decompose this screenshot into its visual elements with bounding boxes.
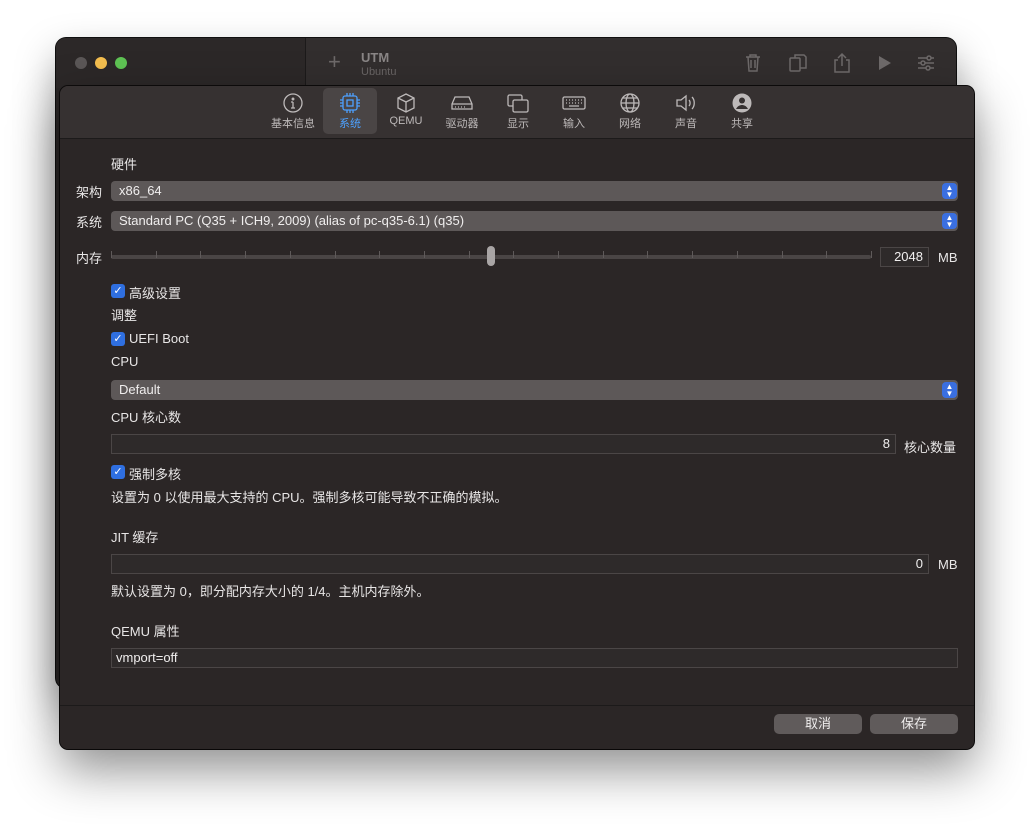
- share-icon[interactable]: [831, 52, 853, 74]
- chevron-updown-icon: ▲ ▼: [942, 382, 957, 398]
- system-value: Standard PC (Q35 + ICH9, 2009) (alias of…: [119, 213, 465, 228]
- slider-tick: [469, 251, 470, 258]
- tab-label: 系统: [339, 118, 361, 130]
- vm-settings-sheet: 基本信息 系统 QEMU 驱动器 显示 输入 网络 声音 共享 硬件 架构 x8…: [60, 86, 974, 749]
- force-multicore-label: 强制多核: [129, 467, 182, 482]
- cpu-cores-label: CPU 核心数: [111, 410, 182, 425]
- drive-icon: [451, 96, 473, 110]
- tab-basic-info[interactable]: 基本信息: [266, 88, 320, 134]
- tab-label: 基本信息: [271, 118, 315, 130]
- slider-tick: [782, 251, 783, 258]
- architecture-select[interactable]: x86_64 ▲ ▼: [111, 181, 958, 201]
- minimize-window-button[interactable]: [95, 57, 107, 69]
- slider-tick: [871, 251, 872, 258]
- slider-tick: [692, 251, 693, 258]
- slider-tick: [156, 251, 157, 258]
- tab-label: 显示: [507, 118, 529, 130]
- person-icon: [732, 93, 752, 113]
- settings-content: 硬件 架构 x86_64 ▲ ▼ 系统 Standard PC (Q35 + IC…: [60, 140, 974, 705]
- cpu-select[interactable]: Default ▲ ▼: [111, 380, 958, 400]
- cube-icon: [397, 93, 415, 113]
- architecture-label: 架构: [75, 185, 102, 200]
- slider-tick: [424, 251, 425, 258]
- slider-tick: [290, 251, 291, 258]
- chevron-updown-icon: ▲ ▼: [942, 183, 957, 199]
- tab-qemu[interactable]: QEMU: [379, 88, 433, 134]
- jit-cache-label: JIT 缓存: [111, 530, 159, 545]
- globe-icon: [620, 93, 640, 113]
- tuning-heading: 调整: [111, 308, 138, 323]
- jit-cache-unit: MB: [938, 557, 958, 572]
- qemu-properties-input[interactable]: vmport=off: [111, 648, 958, 668]
- settings-sliders-icon[interactable]: [915, 52, 937, 74]
- memory-label: 内存: [75, 251, 102, 266]
- window-title: UTM: [361, 50, 390, 65]
- save-button[interactable]: 保存: [870, 714, 958, 734]
- sidebar-header: [56, 38, 306, 88]
- advanced-settings-label: 高级设置: [129, 286, 182, 301]
- speaker-icon: [676, 94, 695, 112]
- trash-icon[interactable]: [742, 52, 764, 74]
- cpu-cores-input[interactable]: 8: [111, 434, 896, 454]
- slider-tick: [111, 251, 112, 258]
- cpu-cores-unit: 核心数量: [904, 440, 957, 455]
- close-window-button[interactable]: [75, 57, 87, 69]
- cpu-cores-hint: 设置为 0 以使用最大支持的 CPU。强制多核可能导致不正确的模拟。: [111, 490, 508, 505]
- tab-label: 驱动器: [445, 118, 479, 130]
- slider-tick: [379, 251, 380, 258]
- tab-drives[interactable]: 驱动器: [435, 88, 489, 134]
- hardware-heading: 硬件: [111, 157, 138, 172]
- jit-cache-input[interactable]: 0: [111, 554, 929, 574]
- play-icon[interactable]: [873, 52, 895, 74]
- display-icon: [507, 94, 529, 113]
- settings-tab-bar: 基本信息 系统 QEMU 驱动器 显示 输入 网络 声音 共享: [60, 86, 974, 139]
- tab-sound[interactable]: 声音: [659, 88, 713, 134]
- tab-label: QEMU: [389, 115, 423, 127]
- slider-tick: [245, 251, 246, 258]
- slider-tick: [647, 251, 648, 258]
- tab-label: 输入: [563, 118, 585, 130]
- system-label: 系统: [75, 215, 102, 230]
- uefi-boot-checkbox[interactable]: ✓: [111, 332, 125, 346]
- sheet-footer: 取消 保存: [60, 705, 974, 749]
- clone-icon[interactable]: [787, 52, 809, 74]
- tab-system[interactable]: 系统: [323, 88, 377, 134]
- add-vm-button[interactable]: +: [328, 50, 341, 74]
- tab-sharing[interactable]: 共享: [715, 88, 769, 134]
- tab-input[interactable]: 输入: [547, 88, 601, 134]
- uefi-boot-label: UEFI Boot: [129, 331, 189, 346]
- qemu-properties-label: QEMU 属性: [111, 624, 180, 639]
- main-window-titlebar: + UTM Ubuntu: [56, 38, 956, 88]
- slider-tick: [826, 251, 827, 258]
- slider-tick: [558, 251, 559, 258]
- tab-label: 网络: [619, 118, 641, 130]
- chevron-updown-icon: ▲ ▼: [942, 213, 957, 229]
- memory-input[interactable]: 2048: [880, 247, 929, 267]
- memory-unit: MB: [938, 250, 958, 265]
- tab-label: 共享: [731, 118, 753, 130]
- window-subtitle: Ubuntu: [361, 66, 397, 78]
- zoom-window-button[interactable]: [115, 57, 127, 69]
- slider-tick: [200, 251, 201, 258]
- slider-tick: [513, 251, 514, 258]
- advanced-settings-checkbox[interactable]: ✓: [111, 284, 125, 298]
- memory-slider-thumb[interactable]: [487, 246, 495, 266]
- force-multicore-checkbox[interactable]: ✓: [111, 465, 125, 479]
- slider-tick: [737, 251, 738, 258]
- jit-cache-hint: 默认设置为 0，即分配内存大小的 1/4。主机内存除外。: [111, 584, 430, 599]
- tab-label: 声音: [675, 118, 697, 130]
- cancel-button[interactable]: 取消: [774, 714, 862, 734]
- tab-network[interactable]: 网络: [603, 88, 657, 134]
- system-select[interactable]: Standard PC (Q35 + ICH9, 2009) (alias of…: [111, 211, 958, 231]
- slider-tick: [335, 251, 336, 258]
- architecture-value: x86_64: [119, 183, 162, 198]
- info-icon: [283, 93, 303, 113]
- slider-tick: [603, 251, 604, 258]
- cpu-value: Default: [119, 382, 161, 397]
- cpu-chip-icon: [340, 93, 360, 113]
- keyboard-icon: [562, 96, 586, 110]
- cpu-label: CPU: [111, 354, 139, 369]
- tab-display[interactable]: 显示: [491, 88, 545, 134]
